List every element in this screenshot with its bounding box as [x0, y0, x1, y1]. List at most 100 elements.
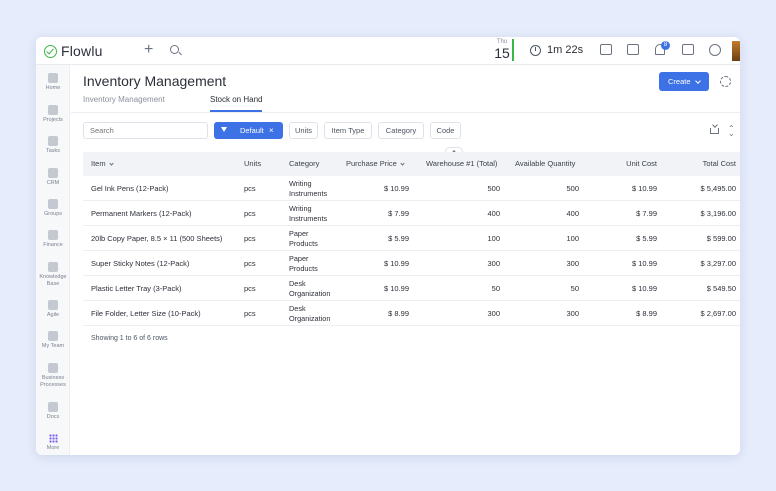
- create-button[interactable]: Create: [659, 72, 709, 91]
- sidebar-item-knowledge-base[interactable]: Knowledge Base: [36, 262, 70, 288]
- cell-available: 100: [566, 234, 579, 243]
- sidebar-item-tasks[interactable]: Tasks: [36, 136, 70, 155]
- cell-item: Plastic Letter Tray (3-Pack): [91, 284, 182, 293]
- table-row[interactable]: File Folder, Letter Size (10-Pack) pcs D…: [83, 301, 740, 326]
- cell-warehouse: 300: [487, 309, 500, 318]
- table-row[interactable]: Super Sticky Notes (12-Pack) pcs Paper P…: [83, 251, 740, 276]
- chevron-down-icon: [695, 78, 701, 84]
- finance-icon: [48, 230, 58, 240]
- sidebar-item-label: Groups: [43, 211, 63, 217]
- cell-purchase-price: $ 7.99: [388, 209, 409, 218]
- date-day: 15: [494, 45, 510, 61]
- cell-category: Desk Organization: [289, 279, 331, 298]
- timer[interactable]: 1m 22s: [530, 44, 583, 56]
- column-header-units[interactable]: Units: [244, 152, 261, 176]
- knowledge-base-icon: [48, 262, 58, 272]
- cell-unit-cost: $ 10.99: [631, 284, 657, 293]
- cell-available: 300: [566, 309, 579, 318]
- tab-stock-on-hand[interactable]: Stock on Hand: [210, 95, 262, 104]
- table-row[interactable]: Plastic Letter Tray (3-Pack) pcs Desk Or…: [83, 276, 740, 301]
- chevron-down-icon: [400, 161, 405, 166]
- column-header-available-quantity[interactable]: Available Quantity: [515, 152, 575, 176]
- divider: [71, 112, 740, 113]
- column-header-item[interactable]: Item: [91, 152, 114, 176]
- filter-icon: [221, 127, 227, 132]
- cell-item: File Folder, Letter Size (10-Pack): [91, 309, 201, 318]
- close-icon[interactable]: ×: [269, 122, 274, 139]
- cell-units: pcs: [244, 309, 256, 318]
- projects-icon: [48, 105, 58, 115]
- sidebar-item-business-processes[interactable]: Business Processes: [36, 363, 70, 389]
- sidebar-item-crm[interactable]: CRM: [36, 168, 70, 187]
- sidebar: Home Projects Tasks CRM Groups Finance K…: [36, 65, 70, 455]
- column-header-unit-cost[interactable]: Unit Cost: [603, 152, 657, 176]
- sidebar-item-label: Business Processes: [40, 375, 66, 388]
- filter-chip-category[interactable]: Category: [378, 122, 424, 139]
- cell-units: pcs: [244, 184, 256, 193]
- avatar[interactable]: [732, 41, 740, 61]
- date-widget[interactable]: Thu 15: [492, 39, 514, 61]
- sidebar-item-docs[interactable]: Docs: [36, 402, 70, 421]
- collapse-icon[interactable]: ⌃ ⌄: [728, 125, 735, 138]
- filter-default-button[interactable]: Default ×: [214, 122, 283, 139]
- sidebar-item-label: Projects: [43, 117, 63, 123]
- column-header-warehouse[interactable]: Warehouse #1 (Total): [426, 152, 497, 176]
- sidebar-item-label: Agile: [46, 312, 60, 318]
- sidebar-item-more[interactable]: More: [36, 434, 70, 452]
- table-row[interactable]: Gel Ink Pens (12-Pack) pcs Writing Instr…: [83, 176, 740, 201]
- column-header-total-cost[interactable]: Total Cost: [673, 152, 736, 176]
- filter-chip-item-type[interactable]: Item Type: [324, 122, 372, 139]
- sidebar-item-label: Finance: [43, 242, 63, 248]
- chat-icon[interactable]: [682, 44, 694, 55]
- business-processes-icon: [48, 363, 58, 373]
- sidebar-item-projects[interactable]: Projects: [36, 105, 70, 124]
- stopwatch-icon: [530, 44, 541, 56]
- cell-warehouse: 500: [487, 184, 500, 193]
- cell-category: Writing Instruments: [289, 179, 328, 198]
- cell-available: 50: [570, 284, 579, 293]
- cell-category: Writing Instruments: [289, 204, 328, 223]
- cell-purchase-price: $ 8.99: [388, 309, 409, 318]
- sidebar-item-label: Docs: [46, 414, 60, 420]
- tab-inventory-management[interactable]: Inventory Management: [83, 95, 165, 104]
- cell-purchase-price: $ 10.99: [383, 284, 409, 293]
- cell-units: pcs: [244, 259, 256, 268]
- search-input[interactable]: [83, 122, 208, 139]
- cell-item: Super Sticky Notes (12-Pack): [91, 259, 190, 268]
- cell-total-cost: $ 599.00: [706, 234, 736, 243]
- groups-icon: [48, 199, 58, 209]
- notes-icon[interactable]: [627, 44, 639, 55]
- cell-warehouse: 300: [487, 259, 500, 268]
- mail-icon[interactable]: [600, 44, 612, 55]
- cell-warehouse: 100: [487, 234, 500, 243]
- cell-category: Desk Organization: [289, 304, 331, 323]
- cell-units: pcs: [244, 284, 256, 293]
- cell-category: Paper Products: [289, 229, 318, 248]
- sidebar-item-groups[interactable]: Groups: [36, 199, 70, 218]
- download-icon[interactable]: [710, 128, 719, 134]
- gear-icon[interactable]: [720, 76, 731, 87]
- search-icon[interactable]: [170, 45, 179, 54]
- page-title: Inventory Management: [83, 73, 227, 89]
- help-icon[interactable]: [709, 44, 721, 56]
- main-content: Inventory Management Inventory Managemen…: [71, 65, 740, 455]
- column-header-category[interactable]: Category: [289, 152, 319, 176]
- cell-total-cost: $ 3,297.00: [700, 259, 736, 268]
- logo[interactable]: Flowlu: [44, 43, 103, 59]
- more-grid-icon: [48, 434, 58, 443]
- table-row[interactable]: 20lb Copy Paper, 8.5 × 11 (500 Sheets) p…: [83, 226, 740, 251]
- cell-units: pcs: [244, 209, 256, 218]
- app-window: Flowlu + Thu 15 1m 22s 8 Home Projects T…: [36, 37, 740, 455]
- filter-chip-units[interactable]: Units: [289, 122, 318, 139]
- sidebar-item-my-team[interactable]: My Team: [36, 331, 70, 350]
- table-row[interactable]: Permanent Markers (12-Pack) pcs Writing …: [83, 201, 740, 226]
- column-header-purchase-price[interactable]: Purchase Price: [346, 152, 405, 176]
- filter-chip-code[interactable]: Code: [430, 122, 461, 139]
- sidebar-item-agile[interactable]: Agile: [36, 300, 70, 319]
- add-icon[interactable]: +: [144, 41, 153, 59]
- sidebar-item-home[interactable]: Home: [36, 73, 70, 92]
- cell-category: Paper Products: [289, 254, 318, 273]
- my-team-icon: [48, 331, 58, 341]
- sidebar-item-finance[interactable]: Finance: [36, 230, 70, 249]
- home-icon: [48, 73, 58, 83]
